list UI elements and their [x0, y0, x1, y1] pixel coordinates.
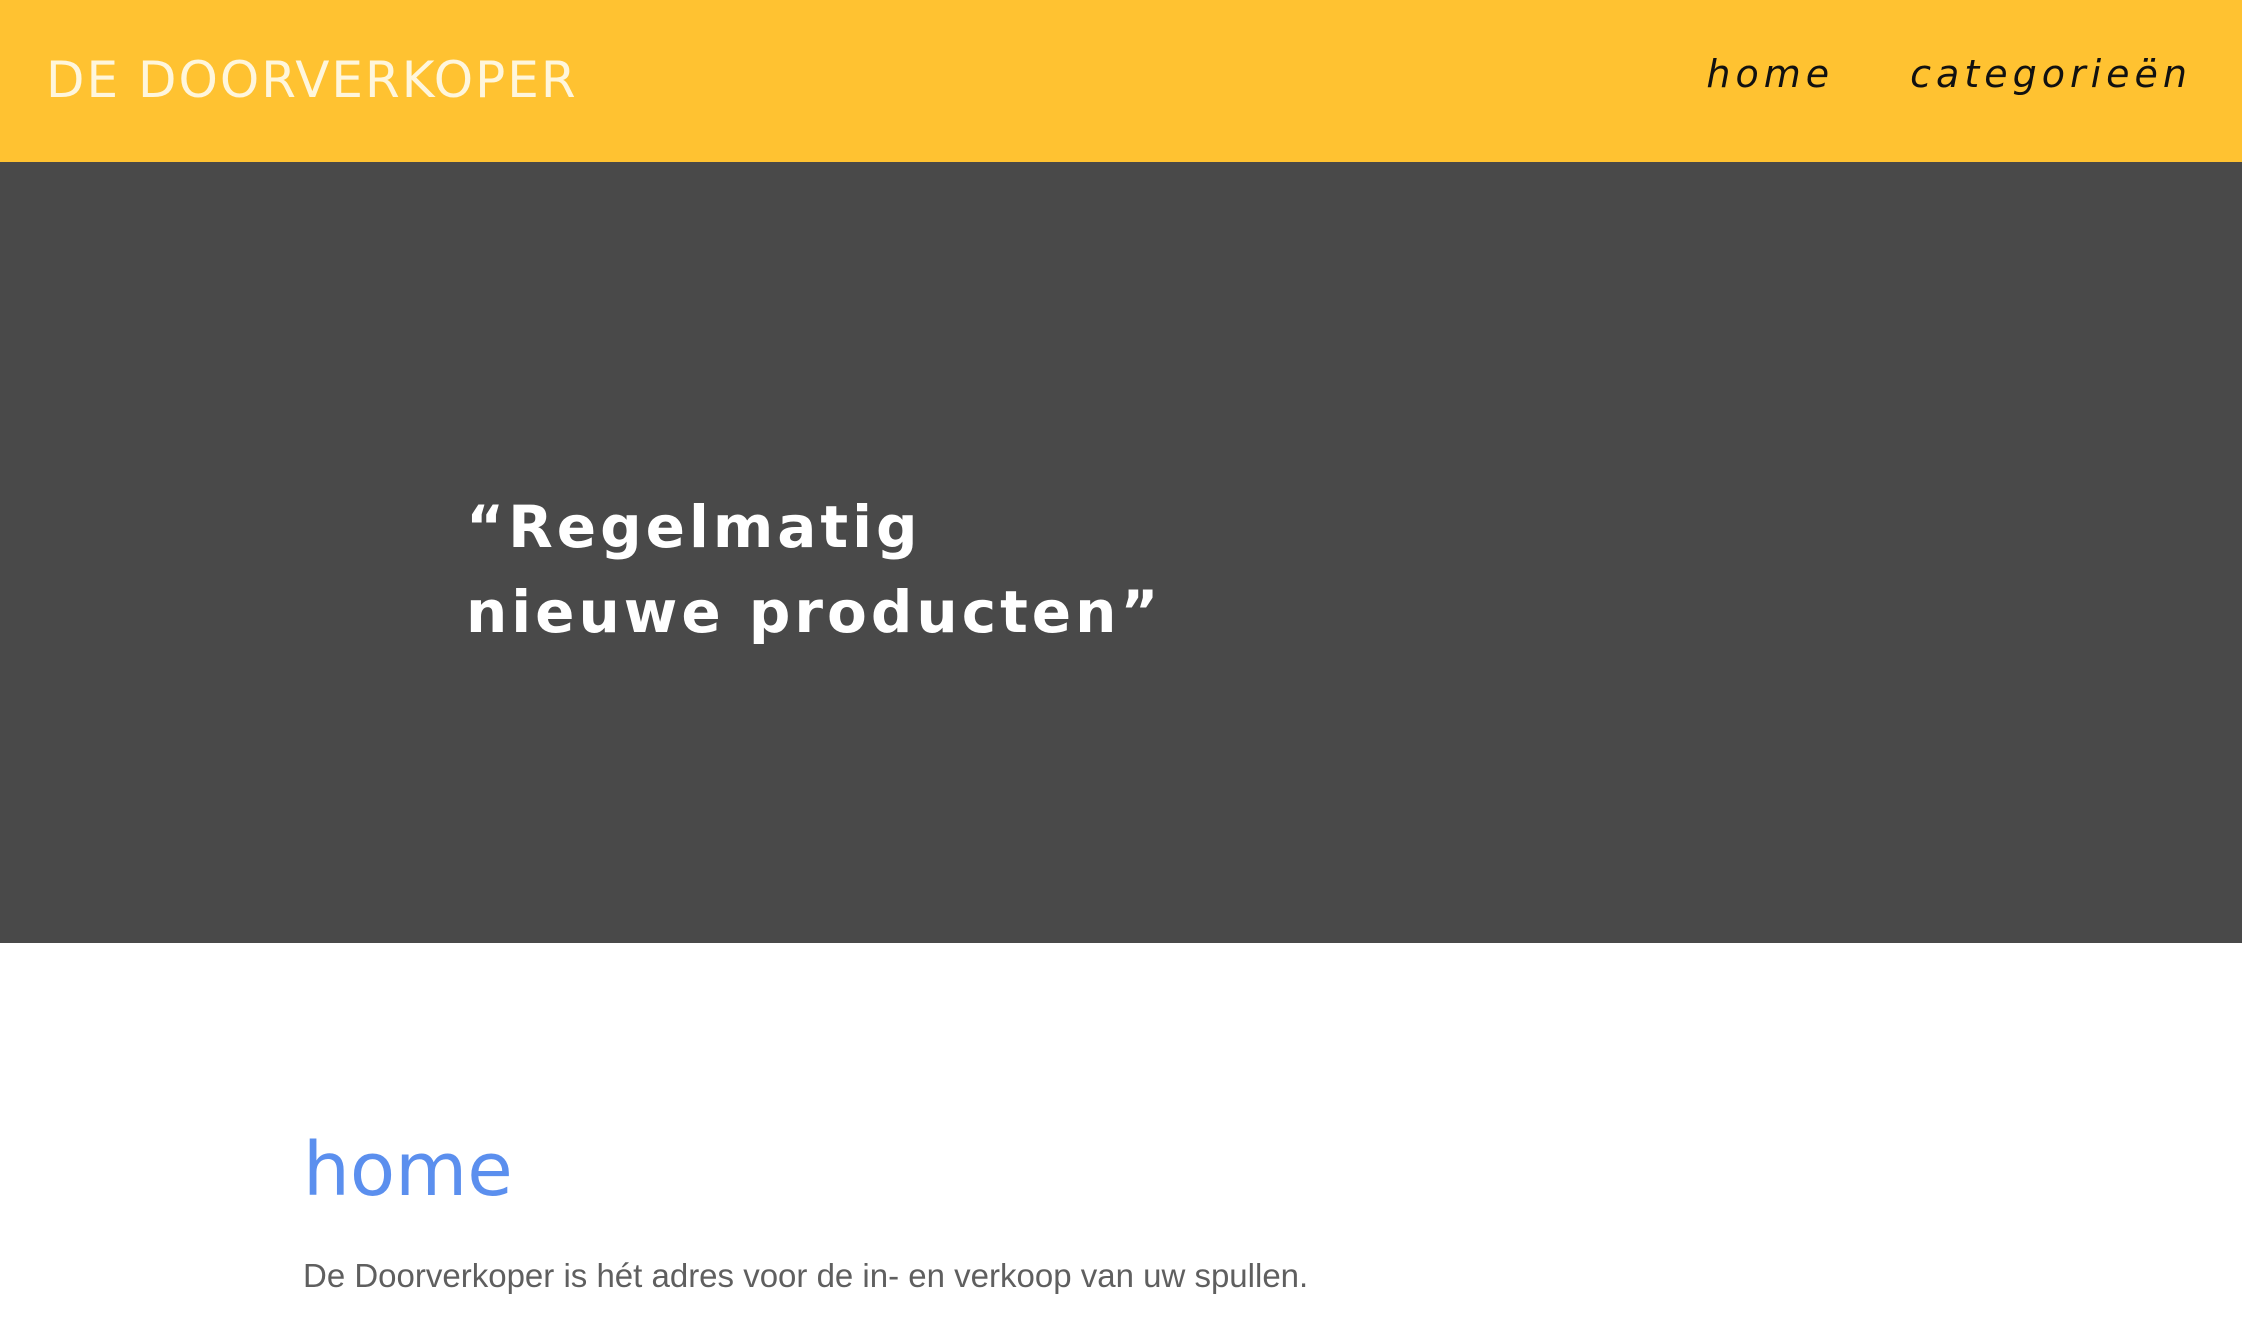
hero-banner: “Regelmatig nieuwe producten”: [0, 162, 2242, 943]
page-title: home: [303, 1127, 513, 1213]
site-logo[interactable]: DE DOORVERKOPER: [46, 50, 578, 110]
hero-quote-line-2: nieuwe producten”: [466, 578, 1163, 646]
hero-quote-line-1: “Regelmatig: [466, 493, 922, 561]
intro-text: De Doorverkoper is hét adres voor de in-…: [303, 1257, 1309, 1294]
hero-quote: “Regelmatig nieuwe producten”: [466, 485, 1163, 655]
nav-link-home[interactable]: home: [1706, 46, 1834, 102]
nav-link-categories[interactable]: categorieën: [1910, 46, 2192, 102]
site-header: DE DOORVERKOPER home categorieën: [0, 0, 2242, 162]
main-content: home De Doorverkoper is hét adres voor d…: [303, 1120, 1943, 1298]
main-nav: home categorieën: [1706, 46, 2192, 102]
